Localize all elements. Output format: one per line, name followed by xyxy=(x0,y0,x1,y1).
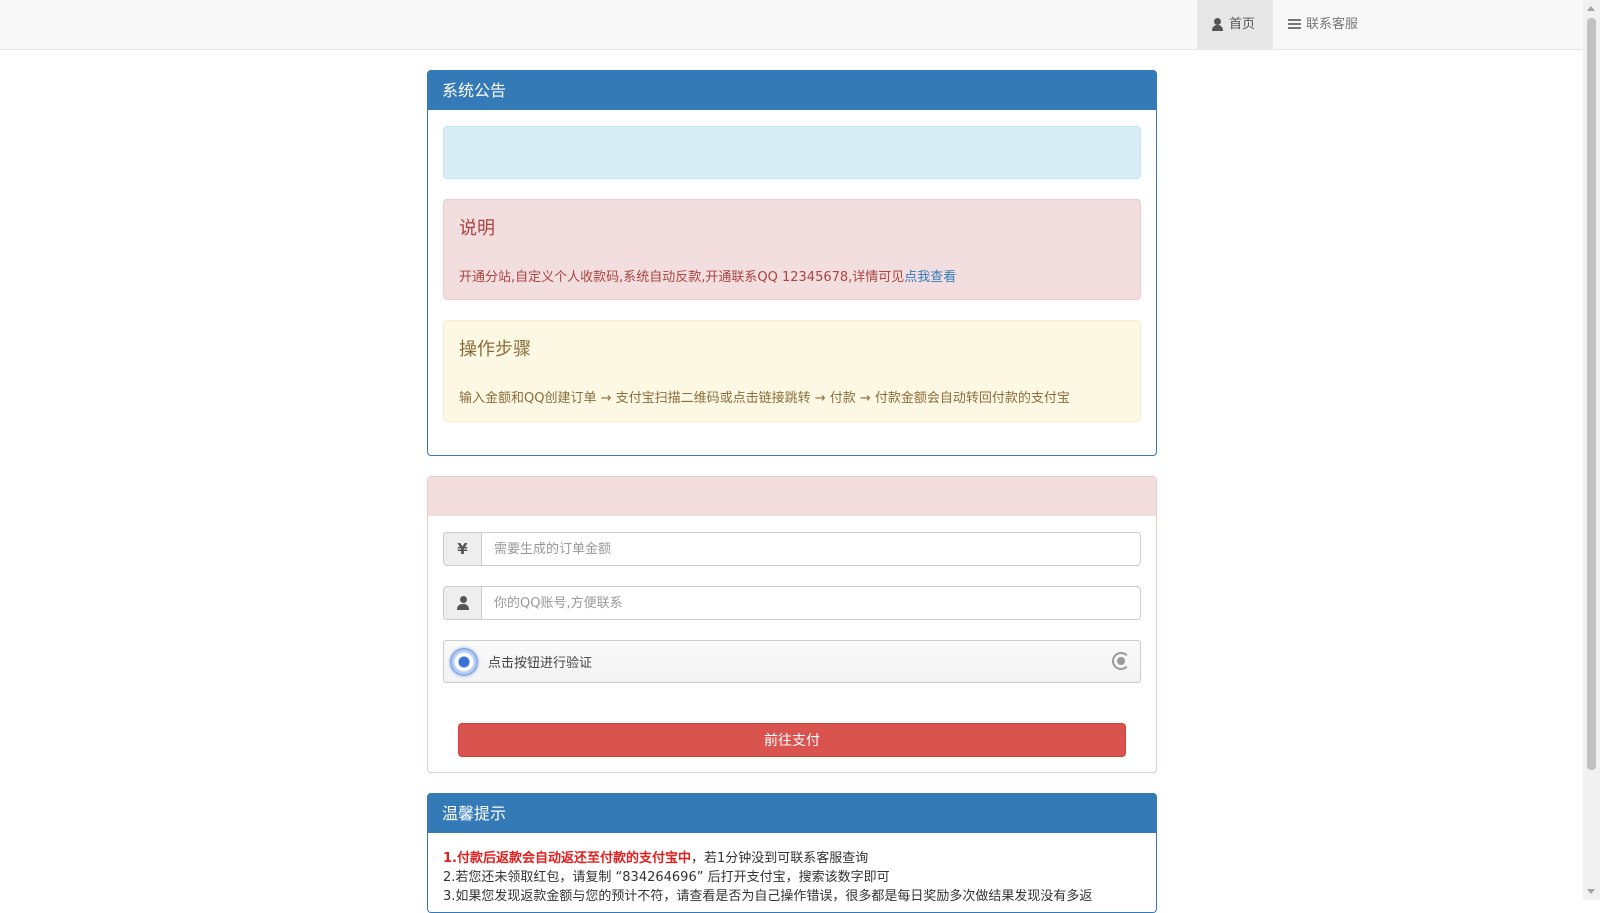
description-heading: 说明 xyxy=(459,218,495,239)
qq-input-group xyxy=(443,586,1141,620)
captcha-label: 点击按钮进行验证 xyxy=(488,656,593,671)
steps-heading: 操作步骤 xyxy=(459,339,531,360)
yen-icon: ¥ xyxy=(443,532,481,566)
captcha-verify-button[interactable]: 点击按钮进行验证 xyxy=(443,640,1141,683)
tips-panel: 温馨提示 1.付款后返款会自动返还至付款的支付宝中，若1分钟没到可联系客服查询 … xyxy=(427,793,1157,913)
qq-input[interactable] xyxy=(481,586,1141,620)
tips-title: 温馨提示 xyxy=(428,794,1156,833)
page-scrollbar[interactable] xyxy=(1583,0,1600,900)
description-body: 开通分站,自定义个人收款码,系统自动反款,开通联系QQ 12345678,详情可… xyxy=(459,270,905,285)
user-icon-addon xyxy=(443,586,481,620)
nav-home-label: 首页 xyxy=(1229,17,1256,32)
tip-line-1: 1.付款后返款会自动返还至付款的支付宝中，若1分钟没到可联系客服查询 xyxy=(443,849,1143,868)
scroll-down-icon[interactable] xyxy=(1587,889,1595,894)
announcement-panel: 系统公告 说明 开通分站,自定义个人收款码,系统自动反款,开通联系QQ 1234… xyxy=(427,70,1157,456)
top-navbar: 首页 联系客服 xyxy=(0,0,1583,50)
list-icon xyxy=(1288,18,1301,31)
captcha-radar-icon xyxy=(450,647,478,676)
tips-list: 1.付款后返款会自动返还至付款的支付宝中，若1分钟没到可联系客服查询 2.若您还… xyxy=(443,849,1143,906)
amount-input[interactable] xyxy=(481,532,1141,566)
tip-line-1-rest: ，若1分钟没到可联系客服查询 xyxy=(690,851,869,866)
tip-line-1-strong: 1.付款后返款会自动返还至付款的支付宝中 xyxy=(443,851,691,866)
order-form-panel: ¥ 点击按钮进行验证 前往支付 xyxy=(427,476,1157,773)
steps-alert: 操作步骤 输入金额和QQ创建订单 → 支付宝扫描二维码或点击链接跳转 → 付款 … xyxy=(443,320,1141,422)
announcement-title: 系统公告 xyxy=(428,71,1156,110)
steps-text: 输入金额和QQ创建订单 → 支付宝扫描二维码或点击链接跳转 → 付款 → 付款金… xyxy=(459,391,1070,406)
user-icon xyxy=(456,596,470,610)
amount-input-group: ¥ xyxy=(443,532,1141,566)
description-alert: 说明 开通分站,自定义个人收款码,系统自动反款,开通联系QQ 12345678,… xyxy=(443,199,1141,300)
nav-support-link[interactable]: 联系客服 xyxy=(1274,0,1374,49)
scroll-thumb[interactable] xyxy=(1587,18,1596,770)
order-form-heading xyxy=(428,477,1156,516)
tip-line-3: 3.如果您发现返款金额与您的预计不符，请查看是否为自己操作错误，很多都是每日奖励… xyxy=(443,889,1093,904)
pay-button[interactable]: 前往支付 xyxy=(458,723,1126,757)
nav-support-label: 联系客服 xyxy=(1306,17,1359,32)
description-text: 开通分站,自定义个人收款码,系统自动反款,开通联系QQ 12345678,详情可… xyxy=(459,266,956,285)
info-alert xyxy=(443,126,1141,179)
view-details-link[interactable]: 点我查看 xyxy=(904,270,956,285)
scroll-up-icon[interactable] xyxy=(1587,6,1595,11)
user-icon xyxy=(1211,18,1224,31)
nav-home-link[interactable]: 首页 xyxy=(1197,0,1273,49)
tip-line-2: 2.若您还未领取红包，请复制 “834264696” 后打开支付宝，搜索该数字即… xyxy=(443,870,890,885)
captcha-refresh-icon[interactable] xyxy=(1112,652,1130,670)
